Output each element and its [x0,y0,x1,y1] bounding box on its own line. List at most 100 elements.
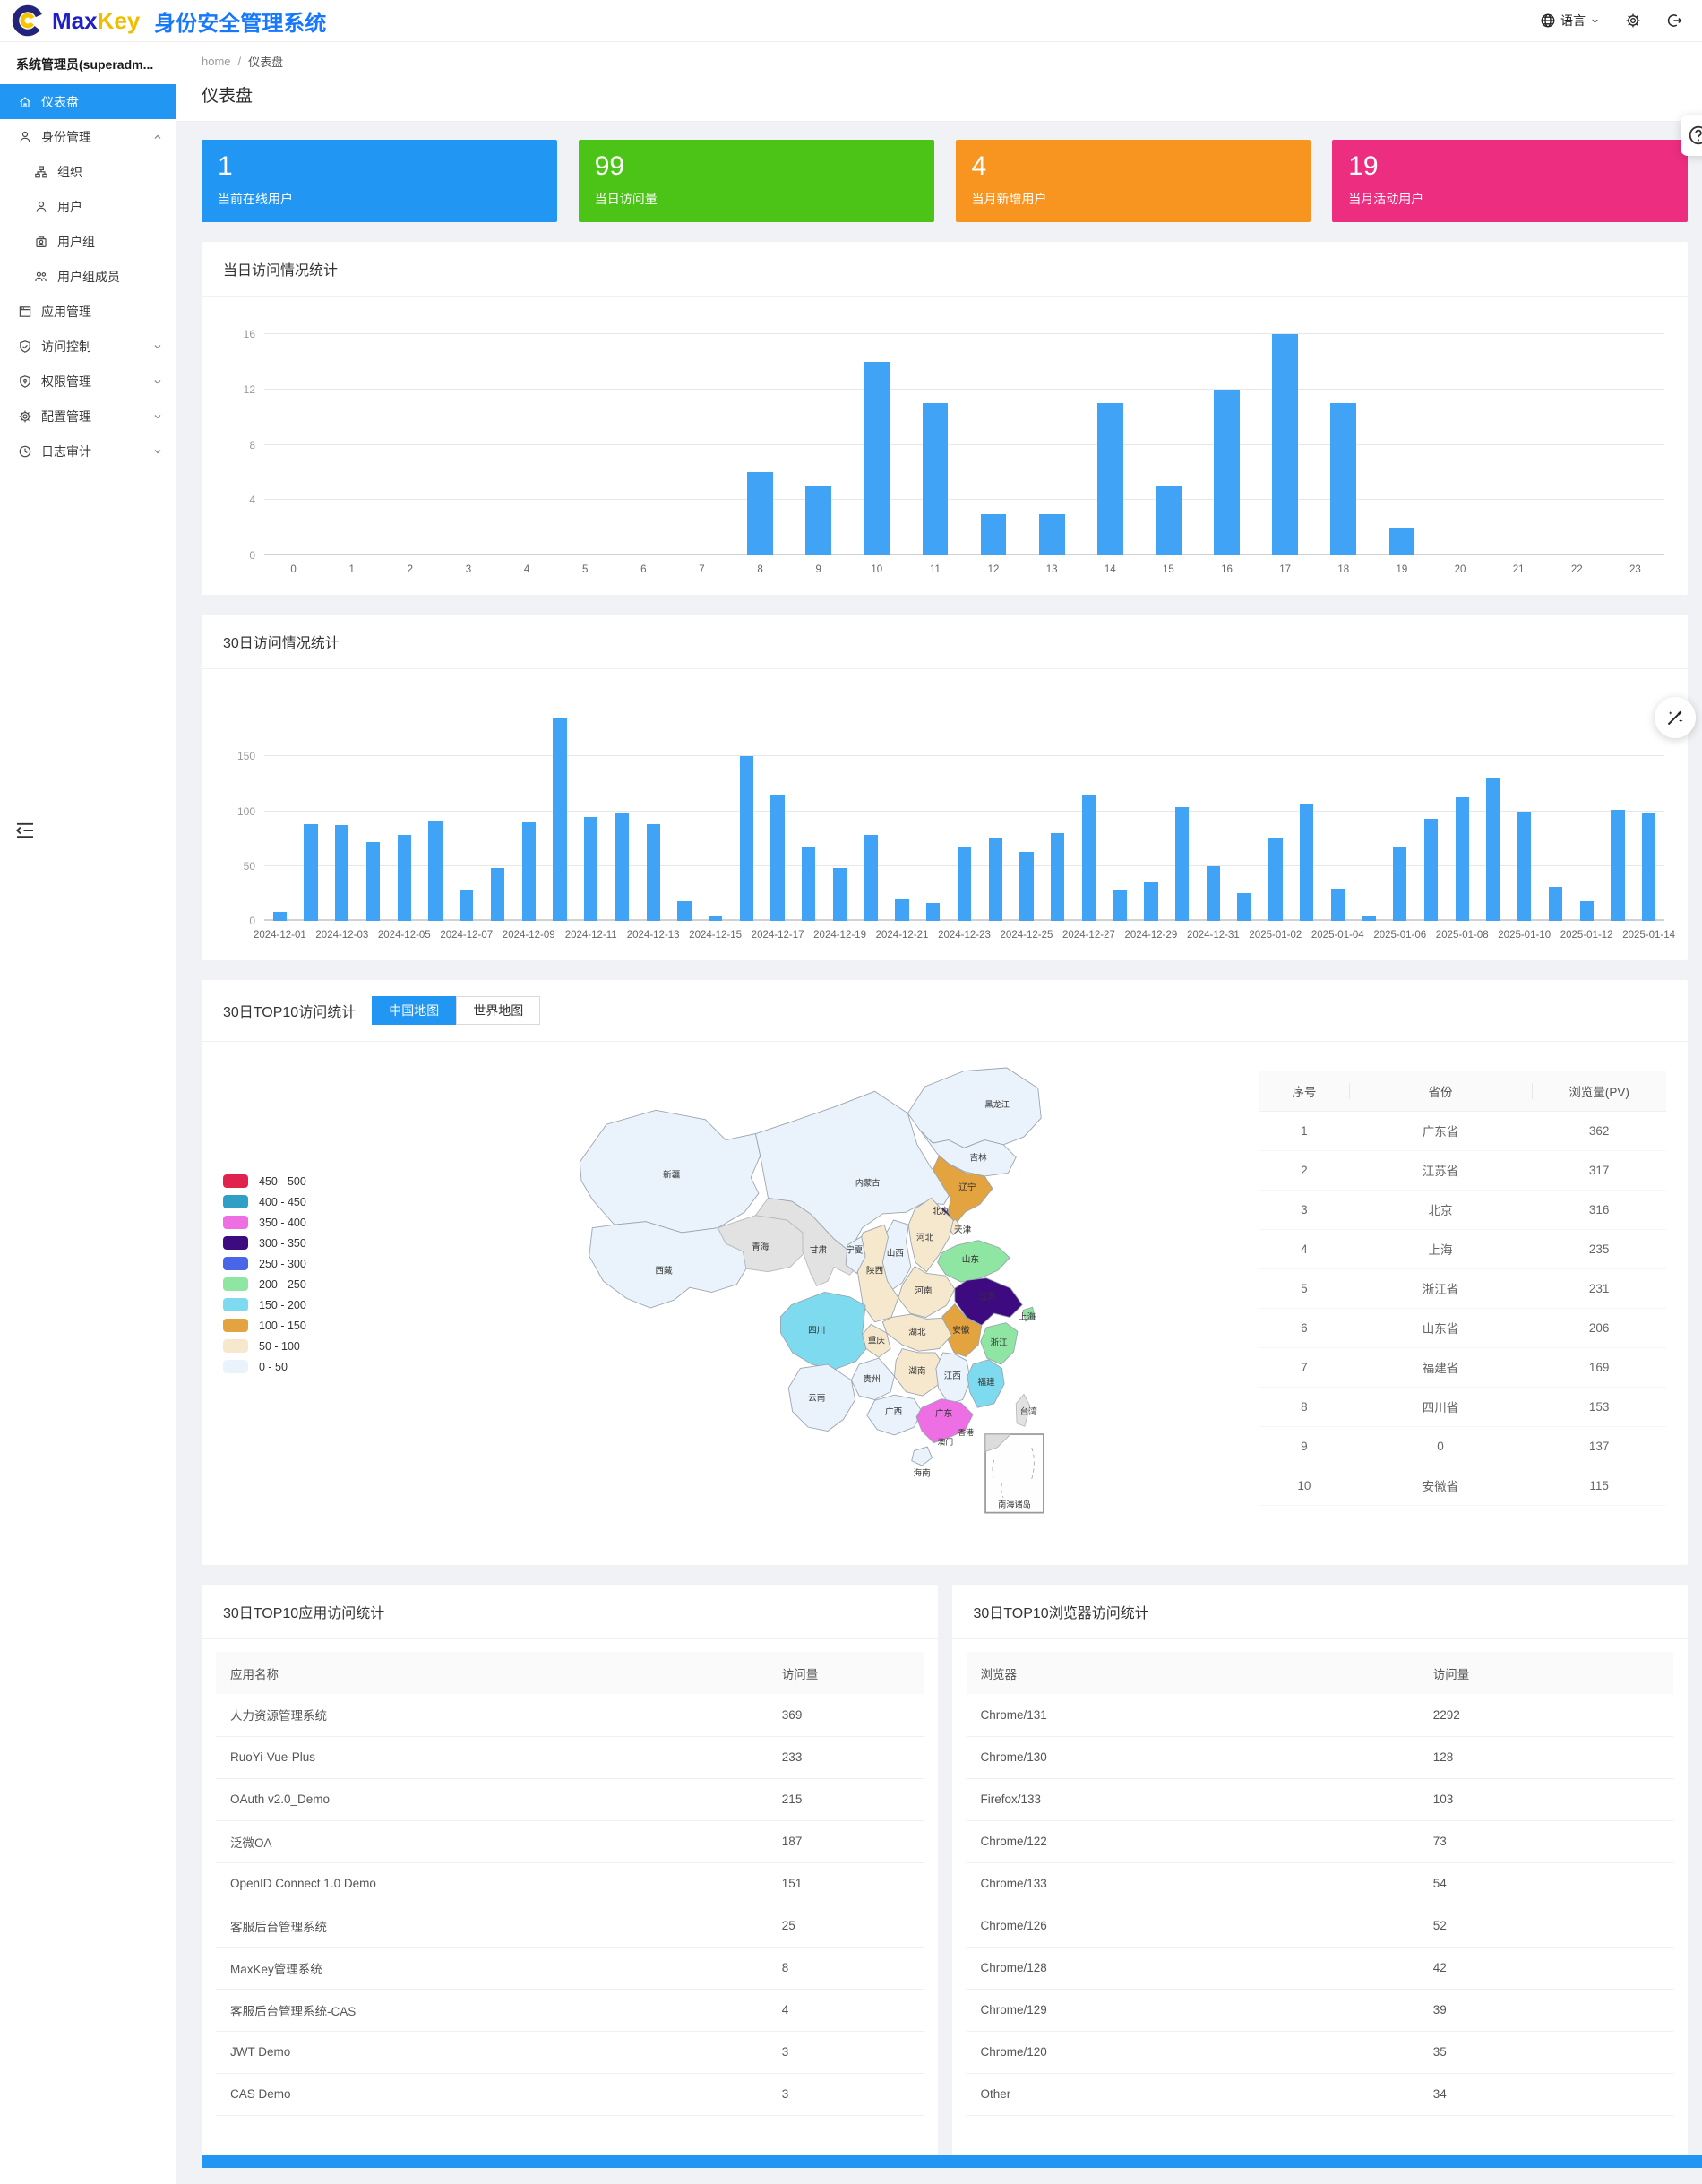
bar-slot [669,701,701,921]
rank-cell: 7 [1259,1347,1349,1387]
table-row: Chrome/12035 [967,2031,1674,2073]
table-row: CAS Demo3 [216,2073,924,2115]
bar-slot [389,701,420,921]
x-axis-tick-label: 2025-01-02 [1249,930,1302,941]
stat-card-label: 当月活动用户 [1348,190,1672,208]
floating-tool-button[interactable] [1655,697,1696,738]
table-row: 6山东省206 [1259,1308,1666,1347]
sidebar-subitem-label: 组织 [57,163,82,181]
app-visits-cell: 3 [768,2031,924,2073]
bar-slot [1431,334,1490,555]
logout-icon[interactable] [1666,13,1682,29]
sidebar-item[interactable]: 访问控制 [0,329,176,364]
browser-visits-cell: 128 [1419,1736,1673,1778]
sidebar-item[interactable]: 权限管理 [0,364,176,399]
bar [1642,813,1655,921]
settings-gear-icon[interactable] [1625,13,1641,29]
bar [1486,778,1500,921]
sidebar-item[interactable]: 仪表盘 [0,84,176,119]
chevron-down-icon [152,376,163,387]
legend-item[interactable]: 100 - 150 [223,1315,357,1336]
top-browsers-title: 30日TOP10浏览器访问统计 [974,1601,1149,1622]
bar-slot [1291,701,1322,921]
bar [805,486,831,555]
tab-china-map[interactable]: 中国地图 [372,996,456,1025]
legend-swatch [223,1339,248,1353]
legend-item[interactable]: 450 - 500 [223,1171,357,1191]
x-axis-tick-label: 2024-12-05 [378,930,431,941]
legend-item[interactable]: 350 - 400 [223,1212,357,1233]
bar-slot [906,334,964,555]
bar-slot [847,334,906,555]
table-row: RuoYi-Vue-Plus233 [216,1736,924,1778]
legend-item[interactable]: 250 - 300 [223,1253,357,1274]
bar-slot [1540,701,1571,921]
bar [1272,334,1298,555]
app-visits-cell: 187 [768,1820,924,1862]
sidebar-item[interactable]: 应用管理 [0,294,176,329]
table-row: Chrome/12842 [967,1947,1674,1989]
bar [1300,804,1313,921]
legend-range-label: 450 - 500 [259,1175,306,1188]
tab-world-map[interactable]: 世界地图 [456,996,540,1025]
map-region-label: 四川 [808,1326,825,1336]
sidebar-subitem[interactable]: 用户组 [0,224,176,259]
rank-cell: 9 [1259,1426,1349,1466]
sidebar-subitem[interactable]: 用户组成员 [0,259,176,294]
chevron-down-icon [152,446,163,457]
legend-item[interactable]: 0 - 50 [223,1356,357,1377]
y-axis-tick-label: 12 [244,383,255,396]
app-visits-cell: 8 [768,1947,924,1989]
usergroup-icon [34,235,48,249]
bar [1082,795,1096,921]
legend-item[interactable]: 150 - 200 [223,1294,357,1315]
bar-slot [1198,701,1229,921]
y-axis-tick-label: 50 [244,860,255,873]
sidebar-subitem[interactable]: 组织 [0,154,176,189]
map-region[interactable] [911,1447,932,1466]
bar-slot [439,334,497,555]
map-region-label: 河南 [915,1285,933,1296]
table-row: 8四川省153 [1259,1387,1666,1426]
x-axis-tick-label: 10 [871,564,882,575]
inset-label: 南海诸岛 [998,1499,1031,1509]
map-panel: 30日TOP10访问统计 中国地图 世界地图 450 - 500400 - 45… [202,980,1688,1565]
floating-help-button[interactable] [1681,115,1702,156]
legend-item[interactable]: 400 - 450 [223,1191,357,1212]
legend-item[interactable]: 50 - 100 [223,1336,357,1356]
stat-card: 99当日访问量 [579,140,934,222]
bar-slot [1260,701,1292,921]
browser-name-cell: Other [967,2073,1419,2115]
legend-item[interactable]: 300 - 350 [223,1233,357,1253]
home-icon [18,95,32,109]
language-dropdown[interactable]: 语言 [1540,12,1600,30]
sidebar-item[interactable]: 日志审计 [0,434,176,469]
x-axis-tick-label: 14 [1105,564,1116,575]
legend-item[interactable]: 200 - 250 [223,1274,357,1294]
browser-name-cell: Chrome/129 [967,1989,1419,2031]
sidebar-subitem-label: 用户 [57,198,82,216]
bar [1237,893,1251,921]
legend-swatch [223,1257,248,1270]
pv-cell: 137 [1532,1426,1666,1466]
bar [522,822,536,921]
browser-visits-cell: 54 [1419,1862,1673,1905]
bar-slot [482,701,513,921]
browser-visits-cell: 42 [1419,1947,1673,1989]
sidebar-item-label: 身份管理 [41,128,91,146]
breadcrumb-home[interactable]: home [202,55,231,68]
bar [1051,833,1064,921]
sidebar-subitem[interactable]: 用户 [0,189,176,224]
province-cell: 北京 [1349,1190,1532,1229]
x-axis-tick-label: 2025-01-06 [1373,930,1426,941]
members-icon [34,270,48,284]
sidebar-item[interactable]: 配置管理 [0,399,176,434]
sidebar-collapse-button[interactable] [14,820,36,841]
rank-cell: 3 [1259,1190,1349,1229]
sidebar-item[interactable]: 身份管理 [0,119,176,154]
browser-name-cell: Chrome/120 [967,2031,1419,2073]
map-region[interactable] [907,1068,1041,1148]
bar-slot [731,701,762,921]
china-map: 新疆西藏青海甘肃内蒙古黑龙江吉林辽宁北京天津河北山西山东河南陕西宁夏江苏安徽上海… [357,1062,1259,1517]
map-region-label: 澳门 [937,1436,953,1446]
